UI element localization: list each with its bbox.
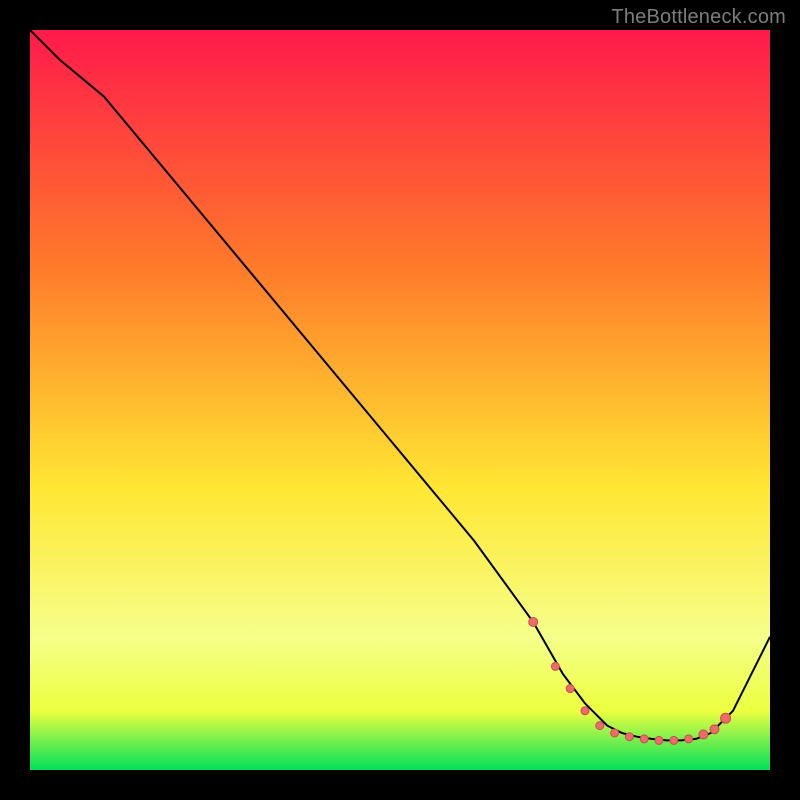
curve-marker	[710, 725, 719, 734]
chart-svg	[30, 30, 770, 770]
curve-marker	[625, 733, 633, 741]
curve-marker	[640, 735, 648, 743]
curve-marker	[551, 662, 559, 670]
chart-stage: TheBottleneck.com	[0, 0, 800, 800]
curve-marker	[529, 618, 538, 627]
curve-marker	[566, 685, 574, 693]
curve-marker	[655, 736, 663, 744]
curve-marker	[611, 729, 619, 737]
curve-marker	[596, 722, 604, 730]
curve-marker	[685, 735, 693, 743]
curve-marker	[721, 713, 731, 723]
curve-marker	[581, 707, 589, 715]
watermark-text: TheBottleneck.com	[611, 6, 786, 29]
curve-marker	[699, 730, 708, 739]
plot-area	[30, 30, 770, 770]
curve-marker	[670, 736, 678, 744]
